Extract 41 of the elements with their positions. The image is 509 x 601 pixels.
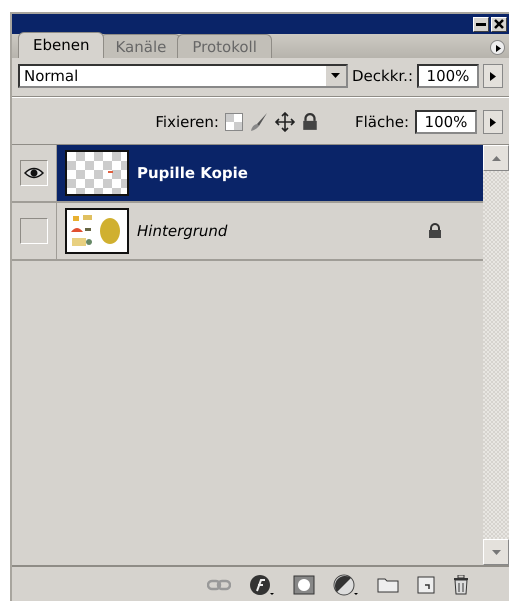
panel-tab[interactable]: Ebenen bbox=[18, 32, 104, 58]
scroll-up-button[interactable] bbox=[483, 145, 509, 171]
blend-mode-dropdown[interactable]: Normal bbox=[18, 64, 348, 88]
visibility-toggle[interactable] bbox=[20, 160, 48, 186]
minimize-button[interactable] bbox=[473, 16, 489, 32]
mask-icon[interactable] bbox=[293, 575, 315, 595]
opacity-label: Deckkr.: bbox=[352, 67, 413, 85]
adjustment-layer-icon[interactable] bbox=[333, 574, 359, 596]
caret-icon bbox=[331, 73, 340, 79]
opacity-slider-button[interactable] bbox=[483, 64, 503, 88]
new-layer-icon[interactable] bbox=[417, 576, 435, 594]
folder-icon[interactable] bbox=[377, 577, 399, 593]
lock-label: Fixieren: bbox=[155, 113, 219, 131]
layer-thumbnail bbox=[65, 150, 129, 196]
visibility-toggle[interactable] bbox=[20, 218, 48, 244]
minimize-icon bbox=[476, 22, 486, 26]
fill-slider-button[interactable] bbox=[483, 110, 503, 134]
layer-name: Hintergrund bbox=[137, 222, 228, 240]
layer-row[interactable]: Pupille Kopie bbox=[12, 145, 483, 203]
fill-field[interactable]: 100% bbox=[415, 110, 477, 134]
layer-name: Pupille Kopie bbox=[137, 164, 249, 182]
triangle-icon bbox=[490, 72, 496, 80]
layer-thumbnail bbox=[65, 208, 129, 254]
layer-style-icon[interactable] bbox=[249, 574, 275, 596]
triangle-icon bbox=[490, 118, 496, 126]
up-arrow-icon bbox=[492, 156, 500, 160]
close-icon bbox=[494, 19, 504, 29]
down-arrow-icon bbox=[492, 550, 500, 554]
opacity-field[interactable]: 100% bbox=[417, 64, 479, 88]
eye-icon bbox=[24, 167, 44, 179]
brush-icon[interactable] bbox=[248, 112, 269, 132]
triangle-icon bbox=[494, 44, 502, 53]
trash-icon[interactable] bbox=[453, 575, 469, 595]
move-icon[interactable] bbox=[274, 112, 295, 132]
panel-menu-button[interactable] bbox=[490, 40, 505, 55]
close-button[interactable] bbox=[491, 16, 507, 32]
scroll-down-button[interactable] bbox=[483, 539, 509, 565]
fill-label: Fläche: bbox=[354, 113, 409, 131]
lock-all-icon[interactable] bbox=[300, 113, 319, 131]
layer-row[interactable]: Hintergrund bbox=[12, 203, 483, 261]
lock-transparency-icon[interactable] bbox=[224, 113, 243, 131]
